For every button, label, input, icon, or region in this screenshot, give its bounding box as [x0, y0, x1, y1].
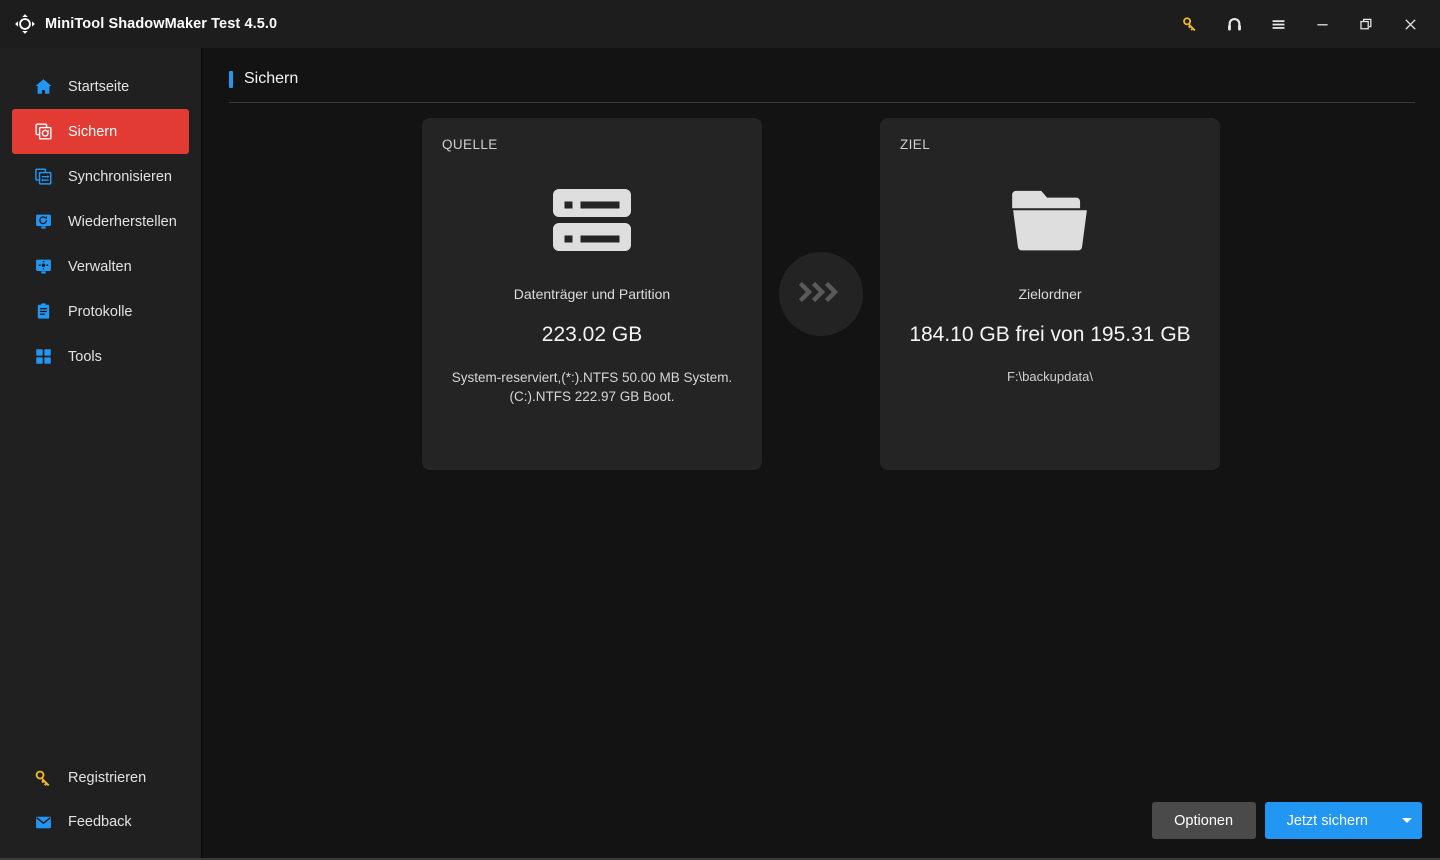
- source-detail-line-1: System-reserviert,(*:).NTFS 50.00 MB Sys…: [442, 368, 742, 387]
- sidebar-item-label: Registrieren: [68, 770, 146, 786]
- sidebar-nav: Startseite Sichern: [0, 64, 201, 379]
- support-button[interactable]: [1212, 1, 1256, 47]
- sidebar-item-label: Synchronisieren: [68, 169, 172, 185]
- destination-card-value: 184.10 GB frei von 195.31 GB: [900, 323, 1200, 347]
- title-bar: MiniTool ShadowMaker Test 4.5.0: [0, 0, 1440, 48]
- destination-card-path: F:\backupdata\: [900, 368, 1200, 386]
- destination-card-caption: Zielordner: [900, 286, 1200, 302]
- manage-gear-icon: [33, 257, 53, 277]
- sidebar-bottom-nav: Registrieren Feedback: [0, 756, 201, 844]
- caret-down-icon: [1402, 818, 1412, 823]
- title-accent-bar: [229, 71, 233, 88]
- sidebar-item-tools[interactable]: Tools: [12, 334, 189, 379]
- triple-chevron-right-icon: [798, 281, 844, 308]
- menu-button[interactable]: [1256, 1, 1300, 47]
- backup-now-split-button: Jetzt sichern: [1265, 802, 1422, 839]
- page-header: Sichern: [202, 48, 1440, 103]
- restore-button[interactable]: [1344, 1, 1388, 47]
- sidebar-item-verwalten[interactable]: Verwalten: [12, 244, 189, 289]
- logs-clipboard-icon: [33, 302, 53, 322]
- source-card-icon-wrap: [442, 168, 742, 272]
- main-content: Sichern QUELLE: [202, 48, 1440, 858]
- sidebar-item-feedback[interactable]: Feedback: [12, 800, 189, 844]
- home-icon: [33, 77, 53, 97]
- sidebar-item-wiederherstellen[interactable]: Wiederherstellen: [12, 199, 189, 244]
- destination-card-icon-wrap: [900, 168, 1200, 272]
- sidebar-item-label: Wiederherstellen: [68, 214, 177, 230]
- sidebar-item-label: Sichern: [68, 124, 117, 140]
- source-to-destination-connector: [762, 118, 880, 470]
- backup-now-dropdown-button[interactable]: [1392, 802, 1422, 839]
- refresh-arrows-logo-icon: [14, 13, 36, 35]
- tools-grid-icon: [33, 347, 53, 367]
- sidebar-item-label: Feedback: [68, 814, 132, 830]
- envelope-icon: [33, 812, 53, 832]
- sidebar-item-label: Verwalten: [68, 259, 132, 275]
- restore-clock-icon: [33, 212, 53, 232]
- backup-now-button[interactable]: Jetzt sichern: [1265, 802, 1392, 839]
- sidebar-item-label: Startseite: [68, 79, 129, 95]
- backup-icon: [33, 122, 53, 142]
- action-bar: Optionen Jetzt sichern: [1152, 802, 1422, 839]
- options-button[interactable]: Optionen: [1152, 802, 1256, 839]
- source-card-value: 223.02 GB: [442, 323, 742, 347]
- page-title-row: Sichern: [229, 70, 1420, 102]
- sidebar-item-registrieren[interactable]: Registrieren: [12, 756, 189, 800]
- destination-card-kicker: ZIEL: [900, 137, 1200, 152]
- title-bar-left: MiniTool ShadowMaker Test 4.5.0: [14, 13, 277, 35]
- sidebar-item-sichern[interactable]: Sichern: [12, 109, 189, 154]
- backup-cards: QUELLE Datenträger: [202, 118, 1440, 470]
- source-card-detail: System-reserviert,(*:).NTFS 50.00 MB Sys…: [442, 368, 742, 406]
- sidebar-item-label: Tools: [68, 349, 102, 365]
- connector-circle: [779, 252, 863, 336]
- source-card[interactable]: QUELLE Datenträger: [422, 118, 762, 470]
- sidebar-item-synchronisieren[interactable]: Synchronisieren: [12, 154, 189, 199]
- close-button[interactable]: [1388, 1, 1432, 47]
- sidebar-item-label: Protokolle: [68, 304, 132, 320]
- folder-icon: [1012, 185, 1088, 256]
- key-icon: [33, 768, 53, 788]
- page-title: Sichern: [244, 70, 298, 88]
- sidebar-item-startseite[interactable]: Startseite: [12, 64, 189, 109]
- sidebar-spacer: [0, 379, 201, 756]
- license-key-button[interactable]: [1168, 1, 1212, 47]
- disk-partition-icon: [553, 179, 631, 262]
- sidebar: Startseite Sichern: [0, 48, 202, 858]
- minimize-button[interactable]: [1300, 1, 1344, 47]
- sync-icon: [33, 167, 53, 187]
- body-row: Startseite Sichern: [0, 48, 1440, 858]
- sidebar-item-protokolle[interactable]: Protokolle: [12, 289, 189, 334]
- source-detail-line-2: (C:).NTFS 222.97 GB Boot.: [442, 387, 742, 406]
- source-card-caption: Datenträger und Partition: [442, 286, 742, 302]
- app-title: MiniTool ShadowMaker Test 4.5.0: [45, 16, 277, 32]
- title-bar-controls: [1168, 1, 1432, 47]
- app-window: MiniTool ShadowMaker Test 4.5.0: [0, 0, 1440, 860]
- backup-content-area: QUELLE Datenträger: [202, 103, 1440, 858]
- source-card-kicker: QUELLE: [442, 137, 742, 152]
- destination-card[interactable]: ZIEL Zielordner: [880, 118, 1220, 470]
